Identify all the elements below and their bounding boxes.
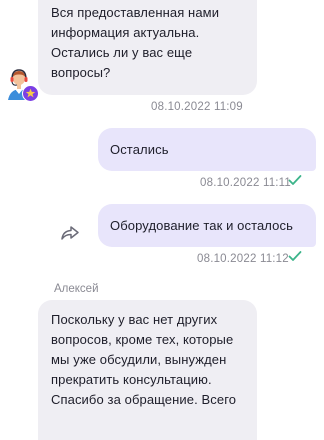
message-text: Остались xyxy=(110,142,169,157)
message-text: Оборудование так и осталось xyxy=(110,218,293,233)
check-icon xyxy=(288,175,302,185)
message-timestamp: 08.10.2022 11:12 xyxy=(197,253,289,265)
message-timestamp: 08.10.2022 11:09 xyxy=(151,101,243,113)
message-text-line: вопросов, кроме тех, которые xyxy=(51,332,234,347)
message-timestamp: 08.10.2022 11:11 xyxy=(200,177,292,189)
forward-share-icon xyxy=(61,226,79,240)
message-text-line: информация актуальна. xyxy=(51,25,200,40)
operator-avatar[interactable] xyxy=(4,66,40,102)
forward-button[interactable] xyxy=(58,222,82,244)
message-bubble-outgoing: Оборудование так и осталось xyxy=(98,204,316,247)
message-text-line: мы уже обсудили, вынужден xyxy=(51,352,227,367)
check-icon xyxy=(288,251,302,261)
message-bubble-incoming: Поскольку у вас нет других вопросов, кро… xyxy=(38,300,257,440)
sender-name: Алексей xyxy=(54,283,99,295)
message-bubble-incoming: Вся предоставленная нами информация акту… xyxy=(38,0,257,95)
message-text-line: вопросы? xyxy=(51,65,111,80)
message-text-line: Спасибо за обращение. Всего xyxy=(51,392,237,407)
message-text-line: Остались ли у вас еще xyxy=(51,45,193,60)
message-text-line: Вся предоставленная нами xyxy=(51,5,220,20)
star-badge-icon xyxy=(22,85,39,102)
message-bubble-outgoing: Остались xyxy=(98,128,316,171)
message-text-line: прекратить консультацию. xyxy=(51,372,212,387)
message-text-line: Поскольку у вас нет других xyxy=(51,312,218,327)
